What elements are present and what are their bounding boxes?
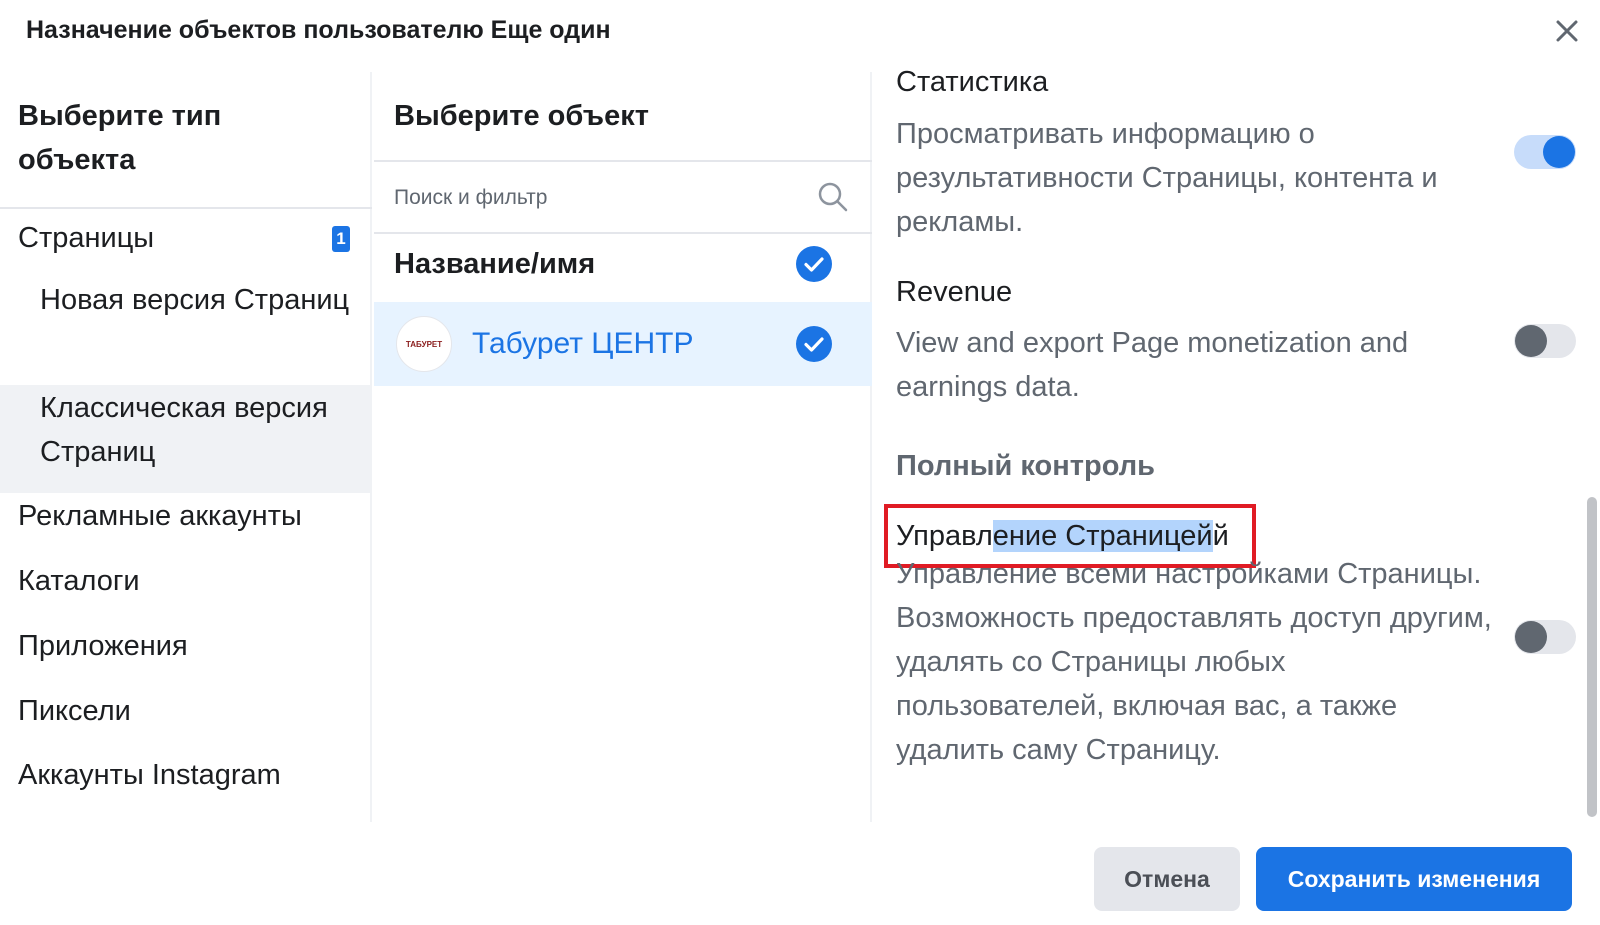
select-all-check-icon[interactable] bbox=[796, 246, 832, 282]
nav-item-classic-pages[interactable]: Классическая версия Страниц bbox=[40, 386, 360, 474]
search-input[interactable] bbox=[394, 178, 794, 218]
object-type-panel: Выберите тип объекта Страницы 1 Новая ве… bbox=[0, 72, 372, 822]
list-item[interactable]: ТАБУРЕТ Табурет ЦЕНТР bbox=[374, 302, 872, 386]
toggle-knob bbox=[1515, 325, 1547, 357]
search-icon[interactable] bbox=[816, 180, 850, 214]
object-select-heading: Выберите объект bbox=[394, 100, 649, 132]
nav-item-instagram-accounts[interactable]: Аккаунты Instagram bbox=[18, 753, 281, 797]
object-type-heading: Выберите тип объекта bbox=[18, 100, 222, 176]
nav-item-catalogs[interactable]: Каталоги bbox=[18, 559, 140, 603]
object-select-panel: Выберите объект Название/имя ТАБУРЕТ Таб… bbox=[374, 72, 872, 822]
scrollbar[interactable] bbox=[1587, 497, 1597, 817]
nav-item-ad-accounts[interactable]: Рекламные аккаунты bbox=[18, 494, 302, 538]
divider bbox=[374, 232, 872, 234]
permission-desc-revenue: View and export Page monetization and ea… bbox=[896, 327, 1409, 403]
divider bbox=[0, 207, 372, 209]
permission-desc-insights: Просматривать информацию о результативно… bbox=[896, 118, 1438, 238]
section-title-full-control: Полный контроль bbox=[896, 450, 1155, 482]
nav-item-apps[interactable]: Приложения bbox=[18, 624, 188, 668]
toggle-insights[interactable] bbox=[1514, 135, 1576, 169]
cancel-button[interactable]: Отмена bbox=[1094, 847, 1240, 911]
dialog-title: Назначение объектов пользователю Еще оди… bbox=[26, 16, 611, 44]
row-check-icon[interactable] bbox=[796, 326, 832, 362]
toggle-manage-page[interactable] bbox=[1514, 620, 1576, 654]
toggle-revenue[interactable] bbox=[1514, 324, 1576, 358]
permission-title-insights: Статистика bbox=[896, 66, 1049, 98]
nav-item-pages[interactable]: Страницы bbox=[18, 216, 154, 260]
save-changes-button[interactable]: Сохранить изменения bbox=[1256, 847, 1572, 911]
pages-count-badge: 1 bbox=[332, 226, 350, 252]
toggle-knob bbox=[1543, 136, 1575, 168]
nav-item-new-pages[interactable]: Новая версия Страниц bbox=[40, 278, 360, 322]
nav-item-pixels[interactable]: Пиксели bbox=[18, 689, 131, 733]
close-button[interactable] bbox=[1550, 14, 1584, 48]
name-column-header: Название/имя bbox=[394, 248, 596, 280]
permission-desc-manage-page: Управление всеми настройками Страницы. В… bbox=[896, 558, 1492, 766]
permissions-panel: Статистика Просматривать информацию о ре… bbox=[874, 62, 1600, 822]
permission-title-revenue: Revenue bbox=[896, 276, 1013, 308]
object-name: Табурет ЦЕНТР bbox=[472, 327, 694, 360]
close-icon bbox=[1556, 20, 1578, 42]
toggle-knob bbox=[1515, 621, 1547, 653]
divider bbox=[374, 160, 872, 162]
avatar: ТАБУРЕТ bbox=[396, 316, 452, 372]
